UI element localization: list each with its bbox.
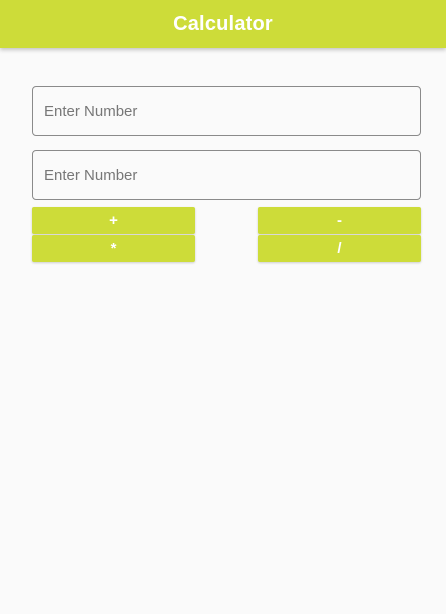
- divide-button[interactable]: /: [258, 235, 421, 262]
- first-number-field[interactable]: [32, 86, 421, 136]
- multiply-button[interactable]: *: [32, 235, 195, 262]
- calculator-screen: Calculator + - * /: [0, 0, 446, 614]
- add-button[interactable]: +: [32, 207, 195, 234]
- app-bar: Calculator: [0, 0, 446, 48]
- second-number-field[interactable]: [32, 150, 421, 200]
- second-number-input[interactable]: [33, 151, 420, 199]
- subtract-button[interactable]: -: [258, 207, 421, 234]
- first-number-input[interactable]: [33, 87, 420, 135]
- page-title: Calculator: [173, 12, 273, 35]
